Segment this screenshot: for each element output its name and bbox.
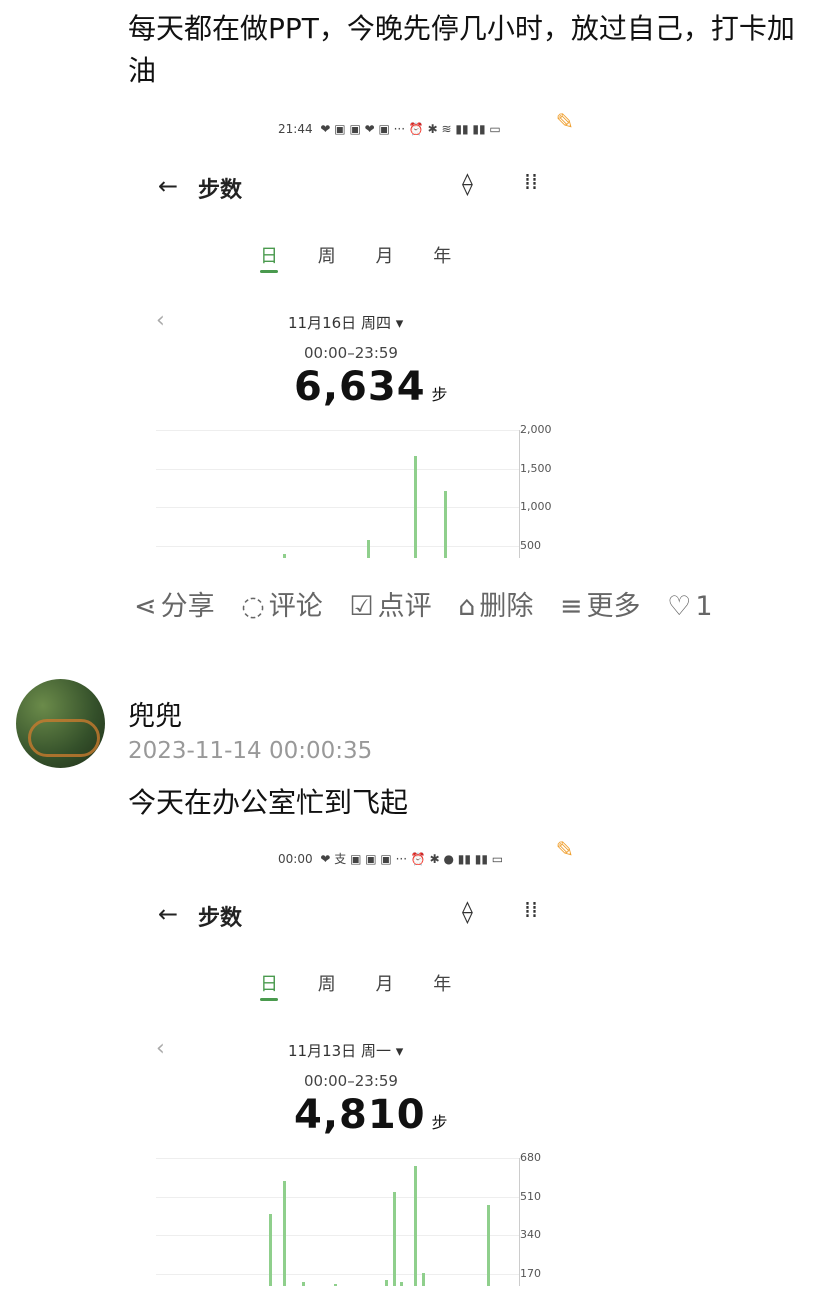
gridline xyxy=(156,507,520,509)
chart-bar xyxy=(385,1280,389,1286)
more-dots-icon: ⁞⁞ xyxy=(524,170,538,195)
heart-icon: ♡ xyxy=(667,591,692,622)
bicycle-image xyxy=(28,719,100,757)
y-tick-label: 2,000 xyxy=(520,423,552,436)
y-tick-label: 500 xyxy=(520,539,541,553)
tab-day: 日 xyxy=(260,246,278,267)
post-text: 每天都在做PPT，今晚先停几小时，放过自己，打卡加油 xyxy=(128,12,795,87)
screen-title: 步数 xyxy=(198,906,243,931)
step-count: 6,634 步 xyxy=(294,364,449,410)
step-unit: 步 xyxy=(431,1113,449,1132)
chart-bar xyxy=(334,1284,338,1286)
post-timestamp: 2023-11-14 00:00:35 xyxy=(128,738,373,764)
gridline xyxy=(156,468,520,470)
review-button[interactable]: ☑ 点评 xyxy=(349,584,431,623)
tab-month: 月 xyxy=(375,974,394,995)
chart-bar xyxy=(268,1214,272,1286)
step-unit: 步 xyxy=(431,385,449,404)
chart-bar xyxy=(367,540,371,558)
back-arrow-icon: ← xyxy=(158,900,179,928)
pencil-icon: ✎ xyxy=(555,838,574,863)
chevron-left-icon: ‹ xyxy=(156,1036,165,1061)
share-button[interactable]: ⋖ 分享 xyxy=(134,584,215,623)
gridline xyxy=(156,1158,520,1159)
gridline xyxy=(156,546,520,548)
delete-button[interactable]: ⌂ 删除 xyxy=(458,584,533,623)
y-tick-label: 680 xyxy=(520,1151,541,1164)
chevron-left-icon: ‹ xyxy=(156,308,165,333)
gridline xyxy=(156,1196,520,1198)
chart-bar xyxy=(443,490,447,558)
date-label: 11月13日 周一 ▾ xyxy=(288,1042,404,1060)
post-text: 今天在办公室忙到飞起 xyxy=(128,786,409,819)
chart-bar xyxy=(283,554,287,558)
chart-bar xyxy=(301,1282,305,1286)
tab-year: 年 xyxy=(433,974,452,995)
time-range: 00:00–23:59 xyxy=(304,344,398,362)
tab-underline xyxy=(260,998,278,1001)
tab-year: 年 xyxy=(433,246,452,267)
y-tick-label: 170 xyxy=(520,1267,541,1281)
delete-label: 删除 xyxy=(479,591,534,622)
period-tabs: 日 周 月 年 xyxy=(260,242,485,268)
tab-underline xyxy=(260,270,278,273)
gridline xyxy=(156,430,520,431)
share-label: 分享 xyxy=(160,591,215,622)
more-dots-icon: ⁞⁞ xyxy=(524,898,538,923)
step-number: 4,810 xyxy=(294,1092,426,1138)
screenshot-image[interactable]: 21:44 ❤ ▣ ▣ ❤ ▣ ··· ⏰ ✱ ≋ ▮▮ ▮▮ ▭ ✎ ← 步数… xyxy=(140,110,580,558)
tab-day: 日 xyxy=(260,974,278,995)
chart-bar xyxy=(399,1282,403,1286)
gridline xyxy=(156,1274,520,1276)
screenshot-image[interactable]: 00:00 ❤ 支 ▣ ▣ ▣ ··· ⏰ ✱ ● ▮▮ ▮▮ ▭ ✎ ← 步数… xyxy=(140,838,580,1286)
like-count: 1 xyxy=(695,591,713,622)
status-bar: 21:44 ❤ ▣ ▣ ❤ ▣ ··· ⏰ ✱ ≋ ▮▮ ▮▮ ▭ xyxy=(278,122,501,136)
date-label: 11月16日 周四 ▾ xyxy=(288,314,404,332)
route-icon: ⟠ xyxy=(462,172,473,197)
trash-icon: ⌂ xyxy=(458,591,476,622)
tab-week: 周 xyxy=(317,246,336,267)
more-label: 更多 xyxy=(586,591,641,622)
review-label: 点评 xyxy=(377,591,432,622)
chart-bar xyxy=(487,1205,491,1286)
comment-icon: ◌ xyxy=(241,591,265,622)
pencil-icon: ✎ xyxy=(555,110,574,135)
chart-bar xyxy=(414,1165,418,1286)
chart-bar xyxy=(421,1272,425,1286)
checkbox-icon: ☑ xyxy=(349,591,374,622)
period-tabs: 日 周 月 年 xyxy=(260,970,485,996)
menu-icon: ≡ xyxy=(559,591,583,622)
tab-week: 周 xyxy=(317,974,336,995)
avatar[interactable] xyxy=(16,679,105,768)
step-count: 4,810 步 xyxy=(294,1092,449,1138)
status-bar: 00:00 ❤ 支 ▣ ▣ ▣ ··· ⏰ ✱ ● ▮▮ ▮▮ ▭ xyxy=(278,850,503,867)
y-tick-label: 510 xyxy=(520,1189,541,1203)
steps-chart xyxy=(156,430,520,558)
action-bar: ⋖ 分享 ◌ 评论 ☑ 点评 ⌂ 删除 ≡ 更多 ♡ 1 xyxy=(134,584,731,623)
like-button[interactable]: ♡ 1 xyxy=(667,591,712,622)
chart-bar xyxy=(392,1191,396,1286)
status-icons: ❤ ▣ ▣ ❤ ▣ ··· ⏰ ✱ ≋ ▮▮ ▮▮ ▭ xyxy=(320,122,501,136)
status-time: 21:44 xyxy=(278,122,313,136)
share-icon: ⋖ xyxy=(134,591,157,622)
status-icons: ❤ 支 ▣ ▣ ▣ ··· ⏰ ✱ ● ▮▮ ▮▮ ▭ xyxy=(320,852,504,866)
status-time: 00:00 xyxy=(278,852,313,866)
y-tick-label: 1,000 xyxy=(520,500,552,514)
comment-button[interactable]: ◌ 评论 xyxy=(241,584,323,623)
gridline xyxy=(156,1235,520,1237)
tab-month: 月 xyxy=(375,246,394,267)
y-tick-label: 340 xyxy=(520,1228,541,1242)
back-arrow-icon: ← xyxy=(158,172,179,200)
route-icon: ⟠ xyxy=(462,900,473,925)
comment-label: 评论 xyxy=(268,591,323,622)
username[interactable]: 兜兜 xyxy=(128,694,182,733)
chart-bar xyxy=(414,455,418,558)
step-number: 6,634 xyxy=(294,364,426,410)
time-range: 00:00–23:59 xyxy=(304,1072,398,1090)
screen-title: 步数 xyxy=(198,178,243,203)
more-button[interactable]: ≡ 更多 xyxy=(560,584,641,623)
steps-chart xyxy=(156,1158,520,1286)
y-tick-label: 1,500 xyxy=(520,461,552,475)
chart-bar xyxy=(283,1180,287,1286)
